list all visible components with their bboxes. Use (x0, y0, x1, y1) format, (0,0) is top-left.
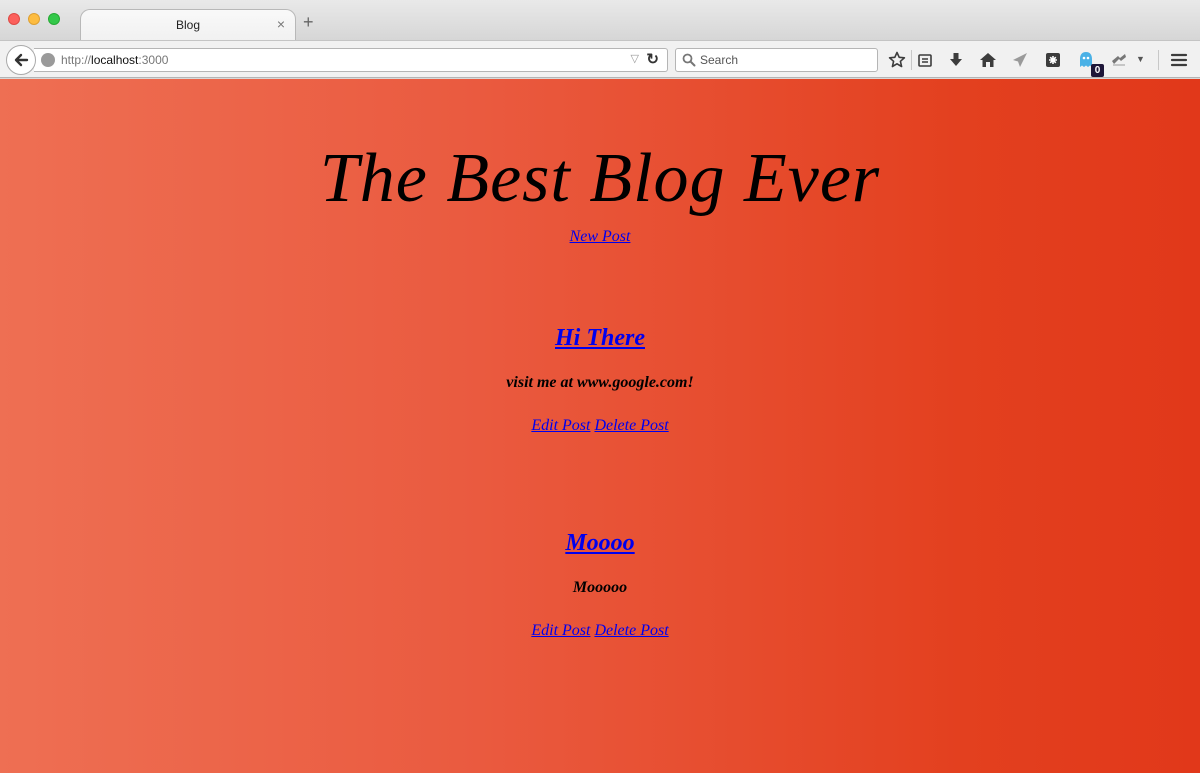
send-icon[interactable] (1009, 50, 1031, 70)
address-bar[interactable]: http://localhost:3000 ▽ ↻ (34, 48, 668, 72)
toolbar-separator (1158, 50, 1159, 70)
search-icon (682, 53, 696, 67)
search-input[interactable] (700, 51, 870, 69)
post-title-link[interactable]: Moooo (565, 530, 634, 556)
adblock-icon[interactable] (1108, 50, 1130, 70)
bookmark-star-icon[interactable] (886, 50, 908, 70)
url-dropdown-icon[interactable]: ▽ (631, 52, 639, 65)
chevron-down-icon[interactable]: ▼ (1136, 54, 1145, 64)
edit-post-link[interactable]: Edit Post (531, 417, 590, 434)
window-close-button[interactable] (8, 13, 20, 25)
url-text[interactable]: http://localhost:3000 (61, 53, 168, 67)
ghostery-count-badge: 0 (1091, 64, 1104, 77)
page-title: The Best Blog Ever (319, 140, 881, 217)
search-box[interactable] (675, 48, 878, 72)
post-item: Hi There visit me at www.google.com! Edi… (0, 325, 1200, 435)
post-title-container: Moooo (0, 530, 1200, 557)
back-button[interactable] (6, 45, 36, 75)
tab-close-icon[interactable]: × (277, 16, 285, 32)
browser-tab[interactable]: Blog × (80, 9, 296, 40)
download-icon[interactable] (945, 50, 967, 70)
post-item: Moooo Mooooo Edit Post Delete Post (0, 530, 1200, 640)
new-post-link[interactable]: New Post (570, 228, 631, 245)
edit-post-link[interactable]: Edit Post (531, 622, 590, 639)
post-actions: Edit Post Delete Post (0, 622, 1200, 640)
window-titlebar: Blog × + (0, 0, 1200, 40)
globe-icon (41, 53, 55, 67)
page-viewport: The Best Blog Ever New Post Hi There vis… (0, 79, 1200, 773)
browser-toolbar: http://localhost:3000 ▽ ↻ ▼ (0, 40, 1200, 78)
delete-post-link[interactable]: Delete Post (594, 622, 668, 639)
home-icon[interactable] (977, 50, 999, 70)
post-actions: Edit Post Delete Post (0, 417, 1200, 435)
post-body: Mooooo (572, 579, 628, 596)
post-body: visit me at www.google.com! (506, 374, 694, 391)
tab-title: Blog (175, 18, 201, 32)
post-title-container: Hi There (0, 325, 1200, 352)
new-post-container: New Post (0, 228, 1200, 246)
delete-post-link[interactable]: Delete Post (594, 417, 668, 434)
new-tab-button[interactable]: + (303, 13, 314, 31)
back-arrow-icon (14, 53, 29, 67)
reading-list-icon[interactable] (914, 50, 936, 70)
reload-icon[interactable]: ↻ (646, 50, 659, 68)
window-zoom-button[interactable] (48, 13, 60, 25)
menu-icon[interactable] (1168, 50, 1190, 70)
toolbar-separator (911, 50, 912, 70)
post-title-link[interactable]: Hi There (555, 325, 645, 351)
extension-icon[interactable] (1042, 50, 1064, 70)
window-minimize-button[interactable] (28, 13, 40, 25)
